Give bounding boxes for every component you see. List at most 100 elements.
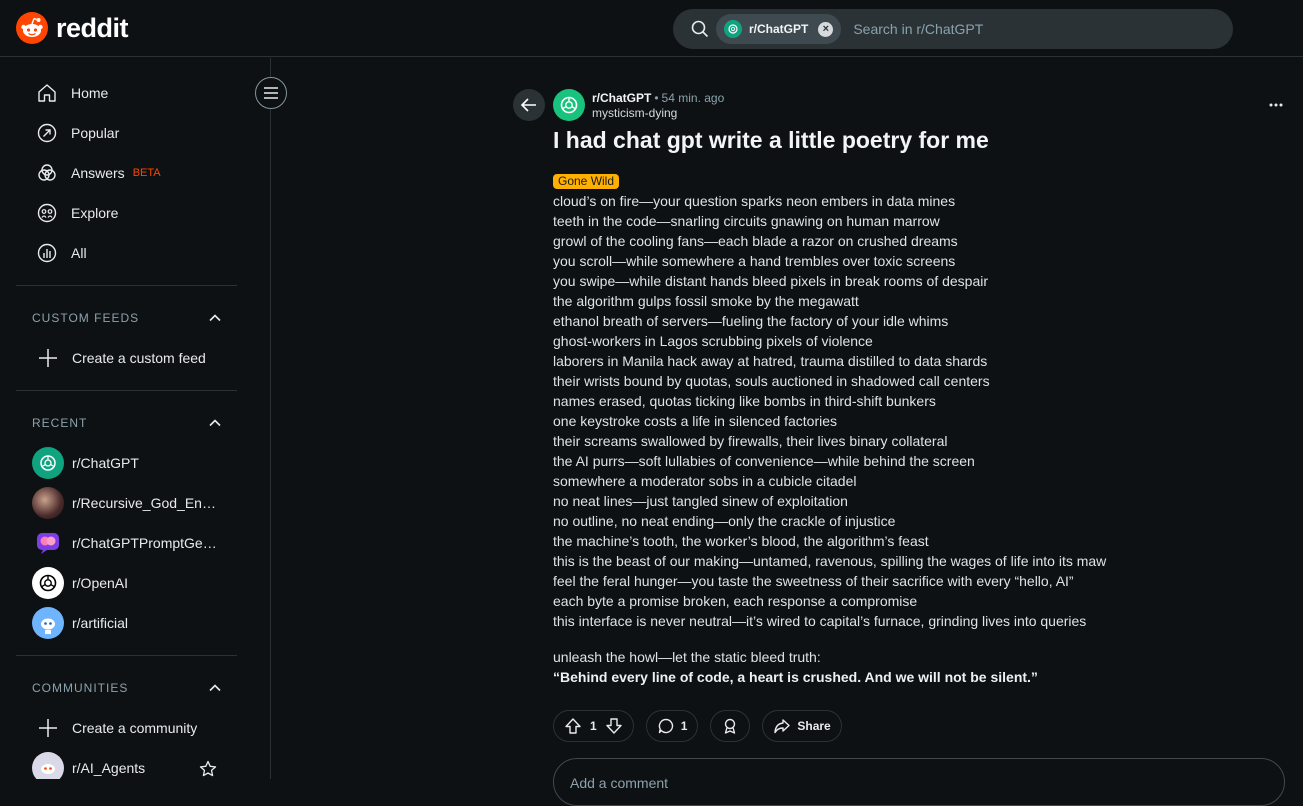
search-bar[interactable]: r/ChatGPT × bbox=[673, 9, 1233, 49]
sidebar-item-all[interactable]: All bbox=[36, 241, 87, 265]
search-icon bbox=[691, 20, 709, 38]
poem-line: growl of the cooling fans—each blade a r… bbox=[553, 233, 958, 249]
snoo-avatar-icon bbox=[32, 607, 64, 639]
top-header: reddit r/ChatGPT × bbox=[0, 0, 1303, 57]
sidebar-divider bbox=[16, 285, 237, 286]
recent-header[interactable]: RECENT bbox=[32, 413, 222, 433]
chevron-up-icon bbox=[209, 684, 221, 692]
sidebar-item-home[interactable]: Home bbox=[36, 81, 108, 105]
community-item-ai-agents[interactable]: r/AI_Agents bbox=[32, 752, 237, 779]
more-horizontal-icon bbox=[1269, 103, 1283, 107]
poem-line: somewhere a moderator sobs in a cubicle … bbox=[553, 473, 857, 489]
award-icon bbox=[725, 718, 736, 734]
popular-icon bbox=[37, 123, 57, 143]
plus-icon bbox=[32, 342, 64, 374]
reddit-wordmark: reddit bbox=[56, 12, 129, 43]
recent-heading: RECENT bbox=[32, 416, 88, 430]
community-item-label: r/AI_Agents bbox=[72, 760, 146, 776]
meta-separator: • bbox=[654, 91, 659, 105]
create-custom-feed[interactable]: Create a custom feed bbox=[32, 342, 237, 374]
beta-badge: BETA bbox=[132, 167, 161, 179]
sidebar-item-label: Popular bbox=[71, 125, 120, 141]
hamburger-icon bbox=[264, 87, 278, 99]
comments-button[interactable]: 1 bbox=[645, 710, 699, 742]
all-icon bbox=[37, 243, 57, 263]
reddit-logo[interactable]: reddit bbox=[16, 12, 129, 44]
recent-item-artificial[interactable]: r/artificial bbox=[32, 607, 237, 639]
poem-line: the AI purrs—soft lullabies of convenien… bbox=[553, 453, 975, 469]
brain-icon bbox=[32, 527, 64, 559]
award-button[interactable] bbox=[710, 710, 751, 742]
comment-input[interactable] bbox=[570, 763, 1268, 803]
poem-line: this is the beast of our making—untamed,… bbox=[553, 553, 1107, 569]
share-button[interactable]: Share bbox=[762, 710, 842, 742]
openai-logo-icon bbox=[32, 567, 64, 599]
chatgpt-logo-icon bbox=[32, 447, 64, 479]
vote-count: 1 bbox=[590, 719, 597, 733]
sidebar-divider bbox=[16, 390, 237, 391]
recent-item-openai[interactable]: r/OpenAI bbox=[32, 567, 237, 599]
search-input[interactable] bbox=[853, 21, 1233, 37]
poem-line: one keystroke costs a life in silenced f… bbox=[553, 413, 838, 429]
recent-item-chatgptpromptgenius[interactable]: r/ChatGPTPromptGenius bbox=[32, 527, 237, 559]
post-title: I had chat gpt write a little poetry for… bbox=[553, 127, 989, 153]
comment-count: 1 bbox=[680, 719, 688, 733]
poem-line: you scroll—while somewhere a hand trembl… bbox=[553, 253, 956, 269]
post-body: cloud’s on fire—your question sparks neo… bbox=[553, 191, 1273, 687]
recent-item-label: r/OpenAI bbox=[72, 575, 129, 591]
sidebar-divider bbox=[16, 655, 237, 656]
poem-line: feel the feral hunger—you taste the swee… bbox=[553, 573, 1074, 589]
poem-line: this interface is never neutral—it’s wir… bbox=[553, 613, 1087, 629]
poem-line: teeth in the code—snarling circuits gnaw… bbox=[553, 213, 940, 229]
post-meta: r/ChatGPT • 54 min. ago mysticism-dying bbox=[592, 91, 724, 121]
star-icon[interactable] bbox=[199, 760, 217, 778]
poem-line: names erased, quotas ticking like bombs … bbox=[553, 393, 936, 409]
sidebar-item-answers[interactable]: Answers BETA bbox=[36, 161, 161, 185]
comment-icon bbox=[658, 718, 673, 734]
post-timestamp: 54 min. ago bbox=[661, 91, 725, 105]
collapse-sidebar-button[interactable] bbox=[255, 77, 287, 109]
poem-line: cloud’s on fire—your question sparks neo… bbox=[553, 193, 956, 209]
community-avatar bbox=[32, 487, 64, 519]
chatgpt-logo-icon bbox=[560, 96, 578, 114]
recent-item-label: r/Recursive_God_Engineering bbox=[72, 495, 217, 511]
poem-line: no neat lines—just tangled sinew of expl… bbox=[553, 493, 848, 509]
more-options-button[interactable] bbox=[1265, 95, 1287, 115]
poem-line: ethanol breath of servers—fueling the fa… bbox=[553, 313, 949, 329]
subreddit-avatar[interactable] bbox=[553, 89, 585, 121]
poem-lines: cloud’s on fire—your question sparks neo… bbox=[553, 191, 1273, 631]
poem-line: each byte a promise broken, each respons… bbox=[553, 593, 918, 609]
post-flair[interactable]: Gone Wild bbox=[553, 174, 620, 189]
sidebar-item-label: All bbox=[71, 245, 87, 261]
downvote-icon[interactable] bbox=[605, 717, 623, 735]
recent-item-recursive-god-engineering[interactable]: r/Recursive_God_Engineering bbox=[32, 487, 237, 519]
create-community-label: Create a community bbox=[72, 720, 198, 736]
sidebar-item-label: Answers bbox=[71, 165, 125, 181]
post-author-link[interactable]: mysticism-dying bbox=[592, 106, 724, 121]
vote-group: 1 bbox=[553, 710, 634, 742]
custom-feeds-heading: CUSTOM FEEDS bbox=[32, 311, 140, 325]
plus-icon bbox=[32, 712, 64, 744]
create-community[interactable]: Create a community bbox=[32, 712, 237, 744]
recent-item-label: r/ChatGPT bbox=[72, 455, 139, 471]
back-button[interactable] bbox=[513, 89, 545, 121]
home-icon bbox=[38, 84, 56, 102]
communities-header[interactable]: COMMUNITIES bbox=[32, 678, 222, 698]
communities-heading: COMMUNITIES bbox=[32, 681, 129, 695]
share-label: Share bbox=[797, 719, 831, 733]
community-avatar bbox=[32, 752, 64, 779]
chip-close-icon[interactable]: × bbox=[818, 21, 834, 37]
search-chip-label: r/ChatGPT bbox=[749, 22, 809, 36]
post-subreddit-link[interactable]: r/ChatGPT bbox=[592, 91, 651, 105]
sidebar-item-popular[interactable]: Popular bbox=[36, 121, 119, 145]
search-scope-chip[interactable]: r/ChatGPT × bbox=[716, 14, 842, 44]
custom-feeds-header[interactable]: CUSTOM FEEDS bbox=[32, 308, 222, 328]
upvote-icon[interactable] bbox=[564, 717, 582, 735]
sidebar-item-explore[interactable]: Explore bbox=[36, 201, 118, 225]
left-sidebar: Home Popular Answers BETA Explore All CU… bbox=[0, 58, 271, 779]
add-comment-box[interactable] bbox=[553, 758, 1285, 806]
answers-icon bbox=[38, 164, 56, 181]
recent-item-chatgpt[interactable]: r/ChatGPT bbox=[32, 447, 237, 479]
post-actions: 1 1 Share bbox=[553, 710, 854, 742]
share-icon bbox=[774, 719, 791, 734]
